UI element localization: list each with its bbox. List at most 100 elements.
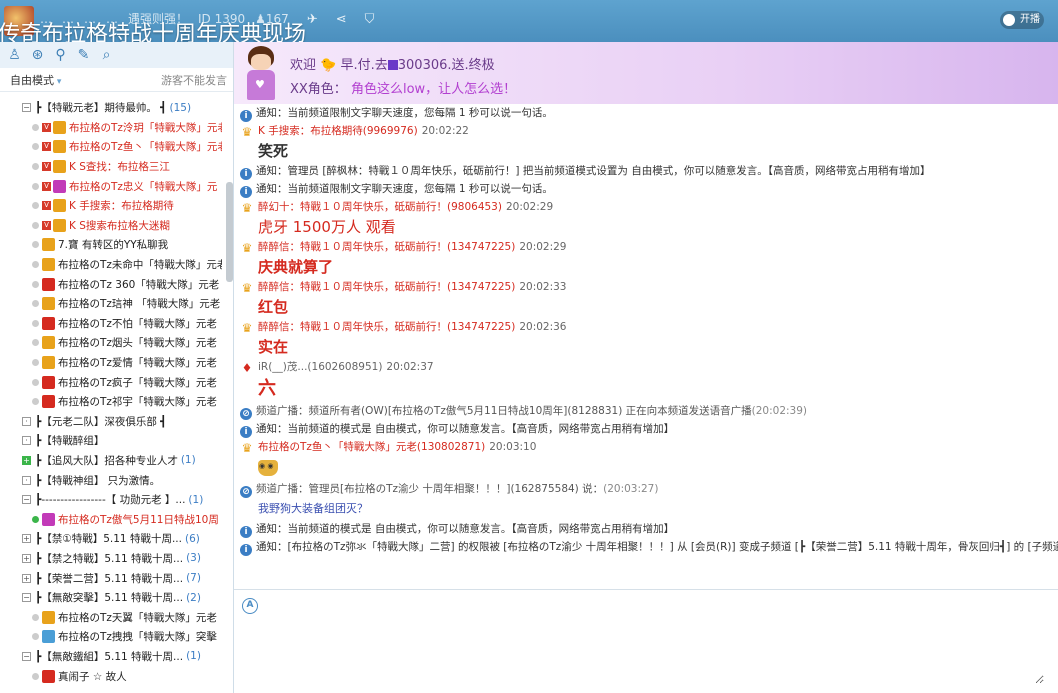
tree-user[interactable]: V 布拉格のTz鱼丶「特戰大隊」元老 (0, 137, 222, 157)
tree-label: ┣【禁之特戰】5.11 特戰十周... (35, 552, 184, 565)
tree-group[interactable]: − ┣-----------------【 功勋元老 】... (1) (0, 490, 222, 510)
live-toggle[interactable]: 开播 (1000, 11, 1044, 29)
status-dot (32, 672, 39, 680)
vip-badge-icon: V (42, 181, 51, 191)
location-icon[interactable]: ⚲ (52, 47, 69, 64)
expand-icon[interactable]: + (22, 534, 31, 544)
channel-tree: − ┣【特戰元老】期待最帅。 ┫ (15) V 布拉格のTz泠玥「特戰大隊」元老 V 布拉格… (0, 98, 222, 693)
sender-name[interactable]: K 手搜索：布拉格期待(9969976) (258, 125, 418, 137)
tree-user[interactable]: 布拉格のTz傲气5月11日特战10周 (0, 509, 222, 529)
expand-icon[interactable]: + (22, 573, 31, 583)
member-count: (7) (186, 572, 201, 585)
tree-user[interactable]: 布拉格のTz烟头「特戰大隊」元老 (0, 333, 222, 353)
search-icon[interactable]: ⌕ (98, 47, 115, 64)
role-icon (53, 140, 66, 154)
edit-icon[interactable]: ✎ (75, 47, 92, 64)
tree-label: ┣【特戰元老】期待最帅。 ┫ (35, 102, 167, 115)
tree-user[interactable]: V K S查找：布拉格三江 (0, 157, 222, 177)
sender-name[interactable]: 布拉格のTz鱼丶「特戰大隊」元老(130802871) (258, 441, 485, 453)
tree-user[interactable]: 布拉格のTz疯子「特戰大隊」元老 (0, 372, 222, 392)
tree-group[interactable]: − ┣【無敵突擊】5.11 特戰十周... (2) (0, 588, 222, 608)
crown-icon: ♛ (241, 321, 253, 335)
tree-group[interactable]: − ┣【無敵鐵組】5.11 特戰十周... (1) (0, 647, 222, 667)
role-icon (42, 336, 55, 350)
sender-name[interactable]: 醉醉信：特戰１０周年快乐，砥砺前行！(134747225) (258, 281, 515, 293)
expand-icon[interactable]: + (22, 455, 31, 465)
sender-name[interactable]: iR(__)茂...(1602608951) (258, 361, 382, 373)
tree-group[interactable]: + ┣【追风大队】招各种专业人才 (1) (0, 451, 222, 471)
notice-text: 通知：[布拉格のTz弥氺「特戰大隊」二营] 的权限被 [布拉格のTz渝少 十周年… (256, 541, 1058, 553)
tree-user[interactable]: 布拉格のTz未命中「特戰大隊」元老 (0, 255, 222, 275)
tree-group[interactable]: + ┣【禁之特戰】5.11 特戰十周... (3) (0, 549, 222, 569)
notice-text: 通知：管理员 [醉枫林：特戰１０周年快乐，砥砺前行！] 把当前频道模式设置为 自… (256, 165, 931, 177)
tree-label: 布拉格のTz琂神 「特戰大隊」元老 (58, 298, 221, 311)
timestamp: 20:02:36 (519, 321, 567, 333)
tree-user[interactable]: V K 手搜索：布拉格期待 (0, 196, 222, 216)
status-dot (32, 359, 39, 367)
collapse-icon[interactable]: − (22, 103, 31, 113)
tree-user[interactable]: V K S搜索布拉格大迷糊 (0, 216, 222, 236)
message-header: ♛ 醉醉信：特戰１０周年快乐，砥砺前行！(134747225) 20:02:33 (240, 278, 1058, 296)
message-body: 实在 (258, 338, 289, 356)
sender-name[interactable]: 醉幻十：特戰１０周年快乐，砥砺前行！(9806453) (258, 201, 502, 213)
tree-user[interactable]: 7.寶 有转区的YY私聊我 (0, 235, 222, 255)
sender-name[interactable]: 醉醉信：特戰１０周年快乐，砥砺前行！(134747225) (258, 321, 515, 333)
expand-icon[interactable]: · (22, 436, 31, 446)
tree-user[interactable]: 布拉格のTz拽拽「特戰大隊」突擊 (0, 627, 222, 647)
timestamp: 20:02:22 (421, 125, 469, 137)
info-icon: i (240, 186, 252, 198)
tree-scrollbar[interactable] (226, 182, 233, 282)
tree-group[interactable]: · ┣【特戰神组】 只为激情。 (0, 470, 222, 490)
expand-icon[interactable]: · (22, 475, 31, 485)
tree-group[interactable]: + ┣【禁①特戰】5.11 特戰十周... (6) (0, 529, 222, 549)
role-icon (42, 669, 55, 683)
shield-icon[interactable]: ⛉ (365, 12, 375, 27)
broadcast-icon: ⊘ (240, 408, 252, 420)
tree-label: ┣【特戰醉组】 (35, 435, 105, 448)
expand-icon[interactable]: · (22, 416, 31, 426)
vip-badge-icon: V (42, 122, 51, 132)
vip-badge-icon: V (42, 142, 51, 152)
collapse-icon[interactable]: − (22, 495, 31, 505)
tree-user[interactable]: V 布拉格のTz泠玥「特戰大隊」元老 (0, 118, 222, 138)
tree-group[interactable]: · ┣【元老二队】深夜俱乐部 ┫ (0, 412, 222, 432)
tree-user[interactable]: 布拉格のTz祁宇「特戰大隊」元老 (0, 392, 222, 412)
channel-icon[interactable]: ⊛ (29, 47, 46, 64)
tree-user[interactable]: 真闹子 ☆ 故人 (0, 666, 222, 686)
tree-group[interactable]: + ┣【荣誉二营】5.11 特戰十周... (7) (0, 568, 222, 588)
tree-group[interactable]: − ┣【特戰元老】期待最帅。 ┫ (15) (0, 98, 222, 118)
tree-label: 布拉格のTz未命中「特戰大隊」元老 (58, 259, 222, 272)
role-icon (42, 316, 55, 330)
collapse-icon[interactable]: − (22, 651, 31, 661)
sender-name[interactable]: 醉醉信：特戰１０周年快乐，砥砺前行！(134747225) (258, 241, 515, 253)
crown-icon: ♛ (241, 125, 253, 139)
collapse-icon[interactable]: − (22, 593, 31, 603)
tree-user[interactable]: 布拉格のTz天翼「特戰大隊」元老 (0, 607, 222, 627)
tree-user[interactable]: V 布拉格のTz忠义「特戰大隊」元 (0, 176, 222, 196)
user-icon[interactable]: ♙ (6, 47, 23, 64)
message-input[interactable] (264, 594, 1044, 684)
tree-label: 布拉格のTz泠玥「特戰大隊」元老 (69, 121, 222, 134)
font-style-icon[interactable]: A (242, 598, 258, 614)
tree-user[interactable]: 布拉格のTz琂神 「特戰大隊」元老 (0, 294, 222, 314)
role-icon (53, 160, 66, 174)
tree-group[interactable]: · ┣【特戰醉组】 (0, 431, 222, 451)
input-area: A (234, 589, 1058, 693)
airplane-icon[interactable]: ✈ (307, 12, 318, 27)
mode-select[interactable]: 自由模式 (10, 72, 61, 88)
tree-user[interactable]: 布拉格のTz爱情「特戰大隊」元老 (0, 353, 222, 373)
status-dot (32, 143, 39, 151)
status-dot (32, 633, 39, 641)
tree-user[interactable]: 布拉格のTz不怕「特戰大隊」元老 (0, 314, 222, 334)
welcome-banner: ♥ 欢迎 🐤 早.付.去 300306.送.终极 XX角色： 角色这么low，让人… (234, 42, 1058, 104)
status-dot (32, 398, 39, 406)
tree-user[interactable]: 布拉格のTz 360「特戰大隊」元老 (0, 274, 222, 294)
tree-label: 布拉格のTz爱情「特戰大隊」元老 (58, 357, 217, 370)
share-icon[interactable]: ⋖ (336, 12, 347, 27)
member-count: (1) (186, 650, 201, 663)
expand-icon[interactable]: + (22, 553, 31, 563)
role-icon (42, 297, 55, 311)
role-icon (42, 630, 55, 644)
role-icon (53, 120, 66, 134)
tree-label: 布拉格のTz烟头「特戰大隊」元老 (58, 337, 217, 350)
